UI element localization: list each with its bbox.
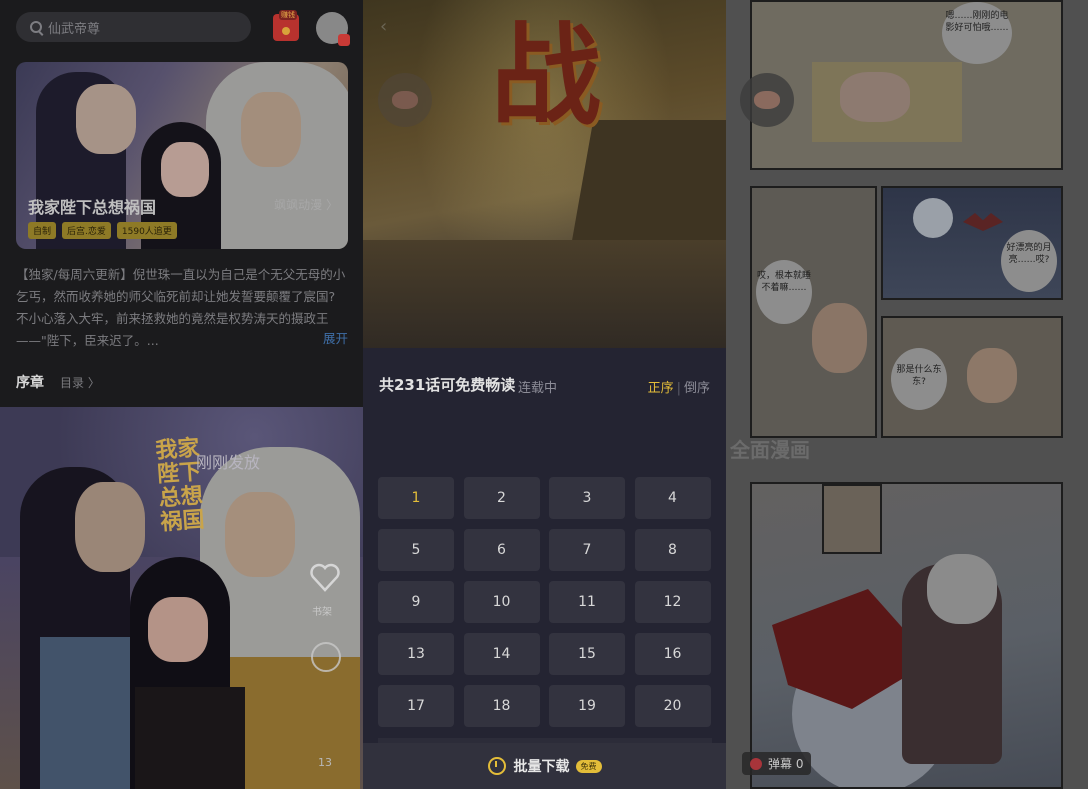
tag-badge: 自制 xyxy=(28,222,57,239)
comic-reader-panel: 嗯……刚刚的电影好可怕哦…… 哎，根本就睡不着嘛…… 好漂亮的月亮……哎? 那是… xyxy=(726,0,1088,789)
red-packet-tag: 赚钱 xyxy=(279,10,297,20)
comic-frame: 哎，根本就睡不着嘛…… xyxy=(750,186,877,438)
prologue-label: 序章 xyxy=(16,375,44,391)
red-packet-icon[interactable]: 赚钱 xyxy=(273,10,299,41)
chapter-button[interactable]: 18 xyxy=(463,685,540,727)
piggy-body xyxy=(754,91,780,109)
banner-title: 我家陛下总想祸国 xyxy=(28,198,157,217)
search-icon xyxy=(30,21,42,33)
panel-character-hair xyxy=(927,554,997,624)
comic-detail-panel: 仙武帝尊 赚钱 我家陛下总想祸国 飒飒动漫 〉 自制 后宫.恋爱 1590人追更… xyxy=(0,0,363,789)
download-icon xyxy=(487,757,506,775)
speech-bubble: 好漂亮的月亮……哎? xyxy=(1001,230,1057,292)
sort-toggle: 正序 | 倒序 xyxy=(648,377,710,396)
comic-frame: 嗯……刚刚的电影好可怕哦…… xyxy=(750,0,1063,170)
panel-moon xyxy=(913,198,953,238)
featured-banner[interactable]: 我家陛下总想祸国 飒飒动漫 〉 自制 后宫.恋爱 1590人追更 xyxy=(16,62,348,249)
chapter-button[interactable]: 20 xyxy=(634,685,711,727)
comic-frame xyxy=(750,482,1063,789)
free-chapters-heading: 共231话可免费畅读 xyxy=(379,376,516,394)
chapter-button[interactable]: 8 xyxy=(634,529,711,571)
comic-cover: 战 xyxy=(363,0,726,348)
speech-bubble: 那是什么东东? xyxy=(891,348,947,410)
chapter-button[interactable]: 10 xyxy=(463,581,540,623)
table-of-contents-link[interactable]: 目录 〉 xyxy=(60,374,100,391)
chapter-button[interactable]: 1 xyxy=(378,477,454,519)
chapter-button[interactable]: 4 xyxy=(634,477,711,519)
chapter-button[interactable]: 11 xyxy=(549,581,625,623)
favorite-label: 书架 xyxy=(312,607,332,618)
search-placeholder: 仙武帝尊 xyxy=(48,21,101,37)
character-face xyxy=(161,142,209,197)
description-text: 【独家/每周六更新】倪世珠一直以为自己是个无父无母的小乞丐，然而收养她的师父临死… xyxy=(16,267,346,348)
character-face xyxy=(148,597,208,662)
chapter-list-panel: 战 ‹ 共231话可免费畅读 连载中 正序 | 倒序 1 2 3 4 5 6 7 8 9 10 11 12… xyxy=(363,0,726,789)
free-badge: 免费 xyxy=(575,759,602,773)
speech-bubble: 哎，根本就睡不着嘛…… xyxy=(756,260,812,324)
chapter-button[interactable]: 19 xyxy=(549,685,625,727)
chapter-button[interactable]: 9 xyxy=(378,581,454,623)
tag-list: 自制 后宫.恋爱 1590人追更 xyxy=(28,222,177,239)
cover-ground xyxy=(363,240,726,348)
character-face xyxy=(225,492,295,577)
chapter-button[interactable]: 13 xyxy=(378,633,454,675)
comment-count: 13 xyxy=(318,756,332,769)
cover-title-glyph: 战 xyxy=(491,11,601,140)
avatar[interactable] xyxy=(316,12,350,46)
character-robe xyxy=(230,657,360,789)
search-input[interactable]: 仙武帝尊 xyxy=(16,12,251,42)
tag-badge: 1590人追更 xyxy=(116,222,177,239)
coin-icon xyxy=(282,27,290,35)
chapter-button[interactable]: 5 xyxy=(378,529,454,571)
studio-link[interactable]: 飒飒动漫 〉 xyxy=(274,196,338,213)
sort-descending[interactable]: 倒序 xyxy=(684,381,710,396)
piggy-bank-icon[interactable] xyxy=(740,73,794,127)
sort-ascending[interactable]: 正序 xyxy=(648,381,674,396)
gift-icon xyxy=(338,34,350,46)
batch-download-button[interactable]: 批量下载 免费 xyxy=(363,743,726,789)
expand-link[interactable]: 展开 xyxy=(323,328,348,347)
panel-bat xyxy=(963,213,1003,231)
comic-frame: 那是什么东东? xyxy=(881,316,1063,438)
chapter-button[interactable]: 6 xyxy=(463,529,540,571)
watermark: 全面漫画 xyxy=(730,438,810,462)
panel-character xyxy=(840,72,910,122)
danmaku-icon xyxy=(750,757,762,770)
chapter-grid: 1 2 3 4 5 6 7 8 9 10 11 12 13 14 15 16 17 18 19 20 xyxy=(378,477,712,727)
chapter-button[interactable]: 15 xyxy=(549,633,625,675)
serial-status: 连载中 xyxy=(518,381,558,396)
piggy-bank-icon[interactable] xyxy=(378,73,432,127)
character-face xyxy=(76,84,136,154)
chapter-button[interactable]: 7 xyxy=(549,529,625,571)
panel-window xyxy=(822,484,882,554)
danmaku-toggle[interactable]: 弹幕 0 xyxy=(742,752,812,775)
comment-icon[interactable] xyxy=(311,642,341,672)
piggy-body xyxy=(392,91,418,109)
chapter-button[interactable]: 17 xyxy=(378,685,454,727)
back-icon[interactable]: ‹ xyxy=(380,16,387,37)
danmaku-label: 弹幕 0 xyxy=(768,757,804,771)
chapter-button[interactable]: 14 xyxy=(463,633,540,675)
character-robe xyxy=(135,687,245,789)
comic-poster: 我家陛下总想祸国 刚刚发放 xyxy=(0,407,363,789)
batch-download-label: 批量下载 xyxy=(513,759,570,775)
panel-character xyxy=(812,303,867,373)
chapter-button[interactable]: 2 xyxy=(463,477,540,519)
poster-tagline: 刚刚发放 xyxy=(196,453,261,472)
heart-icon[interactable] xyxy=(309,562,341,592)
tag-badge: 后宫.恋爱 xyxy=(62,222,111,239)
character-face xyxy=(241,92,301,167)
chapter-button[interactable]: 16 xyxy=(634,633,711,675)
panel-character xyxy=(967,348,1017,403)
speech-bubble: 嗯……刚刚的电影好可怕哦…… xyxy=(942,2,1012,64)
chapter-button[interactable]: 12 xyxy=(634,581,711,623)
comic-frame: 好漂亮的月亮……哎? xyxy=(881,186,1063,300)
sort-separator: | xyxy=(676,381,681,396)
chapter-button[interactable]: 3 xyxy=(549,477,625,519)
character-face xyxy=(75,482,145,572)
